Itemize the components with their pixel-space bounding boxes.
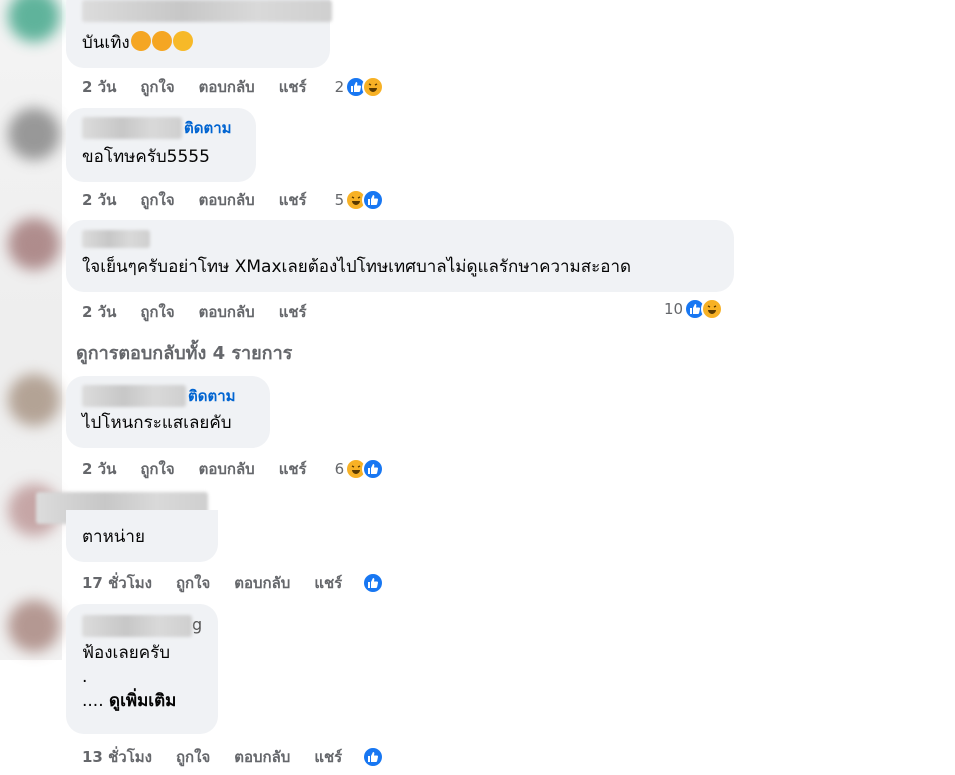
reply-button[interactable]: ตอบกลับ (234, 745, 290, 769)
author-name[interactable] (82, 0, 332, 22)
reaction-summary[interactable]: 2 (335, 76, 385, 98)
follow-button[interactable]: ติดตาม (188, 387, 236, 405)
comment-body: ตาหน่าย (66, 510, 218, 562)
comment-text-line: . (82, 667, 88, 687)
avatar[interactable] (8, 374, 60, 426)
rolling-laughing-emoji-icon (127, 27, 155, 55)
like-button[interactable]: ถูกใจ (140, 188, 174, 212)
view-replies-link[interactable]: ดูการตอบกลับทั้ง 4 รายการ (76, 338, 292, 367)
follow-button[interactable]: ติดตาม (184, 119, 232, 137)
comment: ติดตาม ไปโหนกระแสเลยคับ (66, 376, 270, 448)
comment-text: ขอโทษครับ5555 (82, 147, 210, 167)
reaction-count: 5 (334, 191, 345, 209)
like-icon (362, 189, 385, 211)
comment-bubble: g ฟ้องเลยครับ . .... ดูเพิ่มเติม (66, 604, 218, 734)
like-button[interactable]: ถูกใจ (140, 300, 174, 324)
timestamp[interactable]: 2 วัน (82, 75, 116, 99)
comment-text: ฟ้องเลยครับ (82, 643, 171, 663)
timestamp[interactable]: 2 วัน (82, 300, 116, 324)
comment-bubble: บันเทิง (66, 0, 332, 68)
comment: g ฟ้องเลยครับ . .... ดูเพิ่มเติม (66, 604, 218, 734)
comment-bubble: ติดตาม ไปโหนกระแสเลยคับ (66, 376, 270, 448)
reply-button[interactable]: ตอบกลับ (234, 571, 290, 595)
comment: ติดตาม ขอโทษครับ5555 (66, 108, 256, 182)
avatar[interactable] (8, 600, 60, 652)
reply-button[interactable]: ตอบกลับ (199, 75, 255, 99)
author-name[interactable] (82, 614, 192, 637)
like-icon[interactable] (362, 746, 385, 768)
comment-actions: 2 วัน ถูกใจ ตอบกลับ แชร์ (82, 300, 331, 324)
reply-button[interactable]: ตอบกลับ (199, 457, 255, 481)
comment: ใจเย็นๆครับอย่าโทษ XMaxเลยต้องไปโทษเทศบา… (66, 220, 734, 292)
timestamp[interactable]: 17 ชั่วโมง (82, 571, 152, 595)
like-icon (362, 458, 385, 480)
timestamp[interactable]: 2 วัน (82, 457, 116, 481)
avatar[interactable] (8, 108, 60, 160)
comment: บันเทิง (66, 0, 332, 68)
comment-text: ตาหน่าย (82, 527, 145, 547)
like-button[interactable]: ถูกใจ (176, 571, 210, 595)
comment-actions: 2 วัน ถูกใจ ตอบกลับ แชร์ 2 (82, 75, 385, 99)
share-button[interactable]: แชร์ (279, 300, 307, 324)
comment-actions: 2 วัน ถูกใจ ตอบกลับ แชร์ 5 (82, 188, 385, 212)
like-icon[interactable] (362, 572, 385, 594)
reply-button[interactable]: ตอบกลับ (199, 300, 255, 324)
like-button[interactable]: ถูกใจ (140, 75, 174, 99)
author-name[interactable] (82, 117, 182, 139)
comment-text: บันเทิง (82, 33, 130, 53)
grinning-emoji-icon (172, 31, 193, 51)
share-button[interactable]: แชร์ (314, 745, 342, 769)
share-button[interactable]: แชร์ (314, 571, 342, 595)
comment-actions: 2 วัน ถูกใจ ตอบกลับ แชร์ 6 (82, 457, 385, 481)
reaction-count: 2 (334, 78, 345, 96)
share-button[interactable]: แชร์ (279, 75, 307, 99)
haha-icon (701, 298, 724, 320)
share-button[interactable]: แชร์ (279, 457, 307, 481)
avatar[interactable] (8, 218, 60, 270)
comment-actions: 17 ชั่วโมง ถูกใจ ตอบกลับ แชร์ (82, 571, 385, 595)
author-name[interactable] (82, 385, 186, 407)
reply-button[interactable]: ตอบกลับ (199, 188, 255, 212)
ellipsis-text: .... (82, 691, 104, 711)
comment-bubble: ใจเย็นๆครับอย่าโทษ XMaxเลยต้องไปโทษเทศบา… (66, 220, 734, 292)
reaction-count: 10 (664, 300, 684, 318)
reaction-summary[interactable]: 5 (335, 189, 385, 211)
comment-text: ไปโหนกระแสเลยคับ (82, 413, 232, 433)
comment-actions: 13 ชั่วโมง ถูกใจ ตอบกลับ แชร์ (82, 745, 385, 769)
haha-icon (362, 76, 385, 98)
like-button[interactable]: ถูกใจ (176, 745, 210, 769)
reaction-summary[interactable]: 6 (335, 458, 385, 480)
reaction-count: 6 (334, 460, 345, 478)
reaction-summary[interactable]: 10 (662, 298, 724, 320)
share-button[interactable]: แชร์ (279, 188, 307, 212)
author-name-tail: g (192, 615, 203, 634)
avatar[interactable] (8, 0, 60, 42)
rolling-laughing-emoji-icon (148, 27, 176, 55)
comment-text: ใจเย็นๆครับอย่าโทษ XMaxเลยต้องไปโทษเทศบา… (82, 256, 632, 277)
author-name[interactable] (82, 229, 150, 248)
timestamp[interactable]: 13 ชั่วโมง (82, 745, 152, 769)
timestamp[interactable]: 2 วัน (82, 188, 116, 212)
see-more-link[interactable]: ดูเพิ่มเติม (109, 691, 176, 711)
like-button[interactable]: ถูกใจ (140, 457, 174, 481)
comment-bubble: ติดตาม ขอโทษครับ5555 (66, 108, 256, 182)
